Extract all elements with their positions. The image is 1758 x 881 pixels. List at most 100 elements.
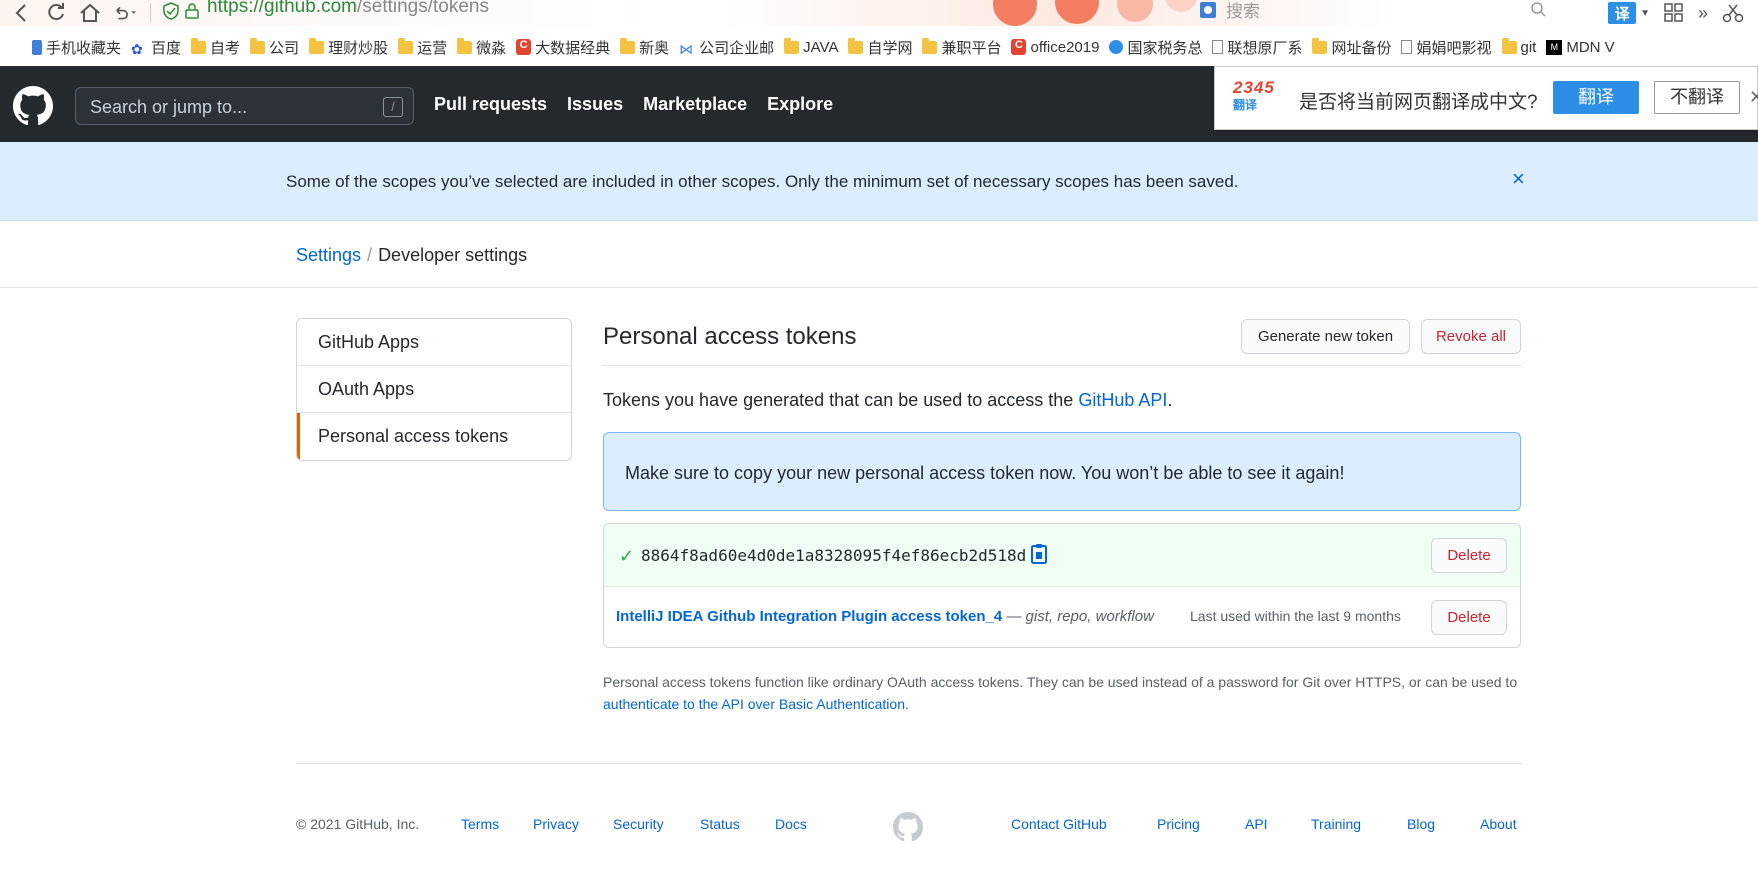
bookmarks-bar: 手机收藏夹 ✿ 百度 自考 公司 理财炒股 运营 微淼 C 大数据经典 新奥 ⋈ 公司企业邮 JAVA 自学… [0,33,1758,61]
search-shortcut-hint: / [383,97,403,117]
bookmark-item[interactable]: git [1501,37,1537,56]
browser-toolbar-right: 译 ▼ » [1608,0,1758,26]
copy-clipboard-icon[interactable] [1030,543,1048,565]
footer-divider [296,763,1521,764]
undo-icon[interactable] [112,1,136,25]
footer-link-status[interactable]: Status [700,816,740,832]
bookmark-item[interactable]: 运营 [398,37,447,58]
chevron-down-icon[interactable]: ▼ [1640,8,1650,19]
delete-token-button[interactable]: Delete [1431,600,1507,635]
browser-search-box[interactable]: 搜索 [1192,0,1552,22]
toolbar-divider [150,3,151,23]
bookmark-item[interactable]: 网址备份 [1312,37,1391,58]
tokens-intro-text: Tokens you have generated that can be us… [603,390,1172,411]
translate-button[interactable]: 翻译 [1553,81,1639,114]
generate-new-token-button[interactable]: Generate new token [1241,319,1410,354]
bookmark-label: 自考 [210,39,241,57]
menu-item-oauth-apps[interactable]: OAuth Apps [297,366,571,413]
refresh-icon[interactable] [44,1,68,25]
nav-marketplace[interactable]: Marketplace [643,94,747,115]
close-icon[interactable]: × [1512,168,1525,190]
footer-link-terms[interactable]: Terms [461,816,499,832]
nav-issues[interactable]: Issues [567,94,623,115]
bookmark-item[interactable]: 公司 [250,37,299,58]
nav-pull-requests[interactable]: Pull requests [434,94,547,115]
footer-link-training[interactable]: Training [1311,816,1361,832]
footer-link-blog[interactable]: Blog [1407,816,1435,832]
github-api-link[interactable]: GitHub API [1078,390,1167,410]
footer-link-contact-github[interactable]: Contact GitHub [1011,816,1107,832]
bookmark-item[interactable]: 娟娟吧影视 [1401,37,1492,58]
site-footer: © 2021 GitHub, Inc. Terms Privacy Securi… [296,812,1521,842]
nav-explore[interactable]: Explore [767,94,833,115]
basic-auth-link[interactable]: authenticate to the API over Basic Authe… [603,696,905,712]
folder-icon [309,37,325,54]
phone-icon [32,39,42,55]
bookmark-item[interactable]: 自学网 [848,37,912,58]
new-token-value[interactable]: 8864f8ad60e4d0de1a8328095f4ef86ecb2d518d [641,546,1026,565]
menu-item-github-apps[interactable]: GitHub Apps [297,319,571,366]
apps-grid-icon[interactable] [1664,3,1684,23]
revoke-all-button[interactable]: Revoke all [1421,319,1521,354]
search-icon[interactable] [1530,1,1546,17]
bookmark-item[interactable]: 微淼 [457,37,506,58]
bookmark-item[interactable]: C 大数据经典 [516,37,610,58]
bookmark-item[interactable]: 新奥 [620,37,669,58]
bookmark-label: git [1520,38,1537,56]
translate-question: 是否将当前网页翻译成中文? [1299,92,1538,113]
token-description: IntelliJ IDEA Github Integration Plugin … [616,608,1154,625]
footer-link-security[interactable]: Security [613,816,664,832]
footnote-suffix: . [904,696,909,712]
footer-link-pricing[interactable]: Pricing [1157,816,1200,832]
bookmark-item[interactable]: 理财炒股 [309,37,388,58]
github-search-placeholder: Search or jump to... [90,97,248,117]
bookmark-item[interactable]: JAVA [784,37,838,56]
translate-extension-icon[interactable]: 译 [1608,2,1637,24]
token-name-link[interactable]: IntelliJ IDEA Github Integration Plugin … [616,608,1002,625]
scopes-flash-message: Some of the scopes you’ve selected are i… [0,142,1758,221]
close-icon[interactable]: ✕ [1749,87,1758,108]
url-host: https://github.com [207,0,357,17]
address-bar-url[interactable]: https://github.com/settings/tokens [207,0,489,18]
footer-link-privacy[interactable]: Privacy [533,816,579,832]
page-icon [1212,40,1224,54]
bookmark-label: 微淼 [476,39,507,57]
github-search-input[interactable]: Search or jump to... / [75,87,414,125]
folder-icon [191,37,207,54]
bookmark-item[interactable]: Coffice2019 [1011,39,1099,56]
back-icon[interactable] [10,1,34,25]
bookmark-item[interactable]: 自考 [191,37,240,58]
bookmark-label: 百度 [151,39,182,57]
delete-new-token-button[interactable]: Delete [1431,538,1507,573]
bookmark-item[interactable]: 手机收藏夹 [32,37,121,58]
bookmark-label: 国家税务总 [1127,39,1203,57]
bookmark-item[interactable]: 兼职平台 [922,37,1001,58]
github-logo-icon[interactable] [13,86,53,126]
home-icon[interactable] [78,1,102,25]
mdn-icon: M [1546,39,1563,55]
menu-item-personal-access-tokens[interactable]: Personal access tokens [297,413,571,460]
breadcrumb-settings-link[interactable]: Settings [296,245,361,265]
dont-translate-button[interactable]: 不翻译 [1654,81,1740,114]
blue-icon: ⋈ [679,40,694,57]
breadcrumb-separator: / [367,245,373,265]
intro-suffix: . [1167,390,1173,410]
bookmark-item[interactable]: 国家税务总 [1109,37,1202,58]
2345-translate-logo: 2345 翻译 [1233,79,1285,117]
bookmark-item[interactable]: ⋈ 公司企业邮 [679,37,774,58]
footer-link-about[interactable]: About [1480,816,1517,832]
folder-icon [922,37,938,54]
double-chevron-right-icon[interactable]: » [1698,3,1708,24]
footer-link-docs[interactable]: Docs [775,816,807,832]
bookmark-label: 网址备份 [1331,39,1392,57]
github-mark-icon[interactable] [893,812,923,842]
scissors-icon[interactable] [1722,3,1744,23]
bookmark-item[interactable]: M MDN V [1546,39,1615,56]
bookmark-item[interactable]: ✿ 百度 [131,37,181,58]
flash-message-text: Some of the scopes you’ve selected are i… [286,172,1239,191]
footer-link-api[interactable]: API [1245,816,1268,832]
folder-icon [457,37,473,54]
bookmark-item[interactable]: 联想原厂系 [1212,37,1302,58]
token-dash: — [1002,608,1026,625]
token-row: IntelliJ IDEA Github Integration Plugin … [604,587,1520,647]
